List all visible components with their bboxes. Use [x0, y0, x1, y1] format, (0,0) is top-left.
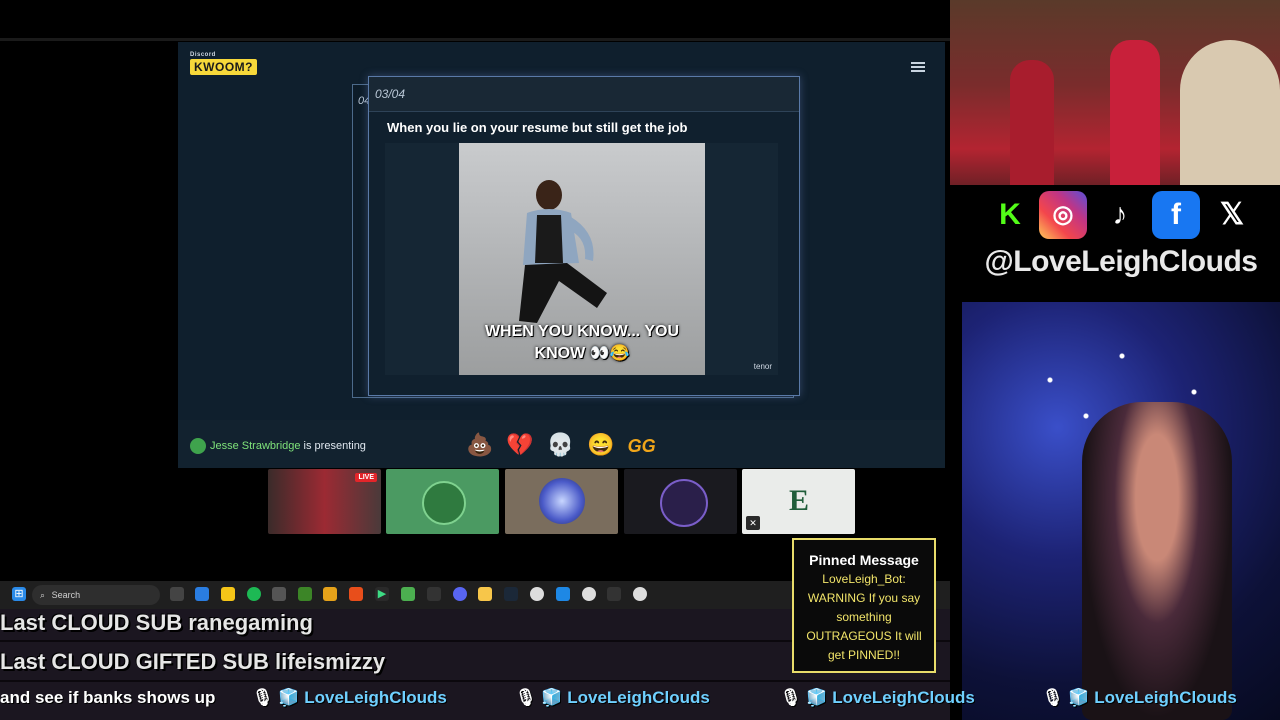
last-sub-alert: Last CLOUD SUB ranegaming: [0, 610, 313, 635]
cube-icon: 🧊: [1068, 688, 1090, 707]
participant-tile-green[interactable]: [386, 469, 499, 534]
pinned-title: Pinned Message: [809, 552, 919, 568]
play-icon[interactable]: ▶: [375, 587, 389, 601]
last-gifted-sub-alert: Last CLOUD GIFTED SUB lifeismizzy: [0, 649, 386, 674]
meme-gif: WHEN YOU KNOW... YOU KNOW 👀😂: [459, 143, 705, 375]
cube-icon: 🧊: [806, 688, 828, 707]
pinned-body: LoveLeigh_Bot: WARNING If you say someth…: [806, 572, 922, 662]
xbox-icon[interactable]: [272, 587, 286, 601]
ticker-name: LoveLeighClouds: [832, 688, 975, 707]
avatar: E: [788, 484, 809, 517]
card-number: 03/04: [375, 87, 406, 101]
discord-activity-window: Discord KWOOM? 04 03/04 When you lie on …: [178, 42, 945, 468]
ticker-name: LoveLeighClouds: [567, 688, 710, 707]
chrome-icon[interactable]: [582, 587, 596, 601]
windows-start-icon[interactable]: ⊞: [12, 587, 26, 601]
music-video-frame: [950, 0, 1280, 213]
spotify-icon[interactable]: [247, 587, 261, 601]
mic-icon: 🎙: [780, 688, 802, 707]
chrome-icon[interactable]: [530, 587, 544, 601]
folder-icon[interactable]: [478, 587, 492, 601]
live-badge: LIVE: [355, 473, 377, 482]
cube-icon: 🧊: [278, 688, 300, 707]
chat-ticker: and see if banks shows up: [0, 688, 215, 714]
presenter-name: Jesse Strawbridge: [210, 439, 301, 452]
participant-tile-orb[interactable]: [505, 469, 618, 534]
x-icon: 𝕏: [1208, 191, 1256, 239]
browser-icon[interactable]: [195, 587, 209, 601]
poop-reaction[interactable]: 💩: [466, 432, 493, 457]
app-icon[interactable]: [556, 587, 570, 601]
tiktok-icon: ♪: [1096, 191, 1144, 239]
social-handle: @LoveLeighClouds: [984, 245, 1258, 278]
gg-reaction[interactable]: GG: [628, 436, 656, 456]
kick-icon: K: [986, 191, 1034, 239]
ticker-name: LoveLeighClouds: [1094, 688, 1237, 707]
mic-icon: 🎙: [252, 688, 274, 707]
window-border: [0, 38, 950, 41]
broken-heart-reaction[interactable]: 💔: [506, 432, 533, 457]
app-icon[interactable]: [607, 587, 621, 601]
minecraft-icon[interactable]: [298, 587, 312, 601]
meme-media: WHEN YOU KNOW... YOU KNOW 👀😂 tenor: [385, 143, 778, 375]
man-figure: [519, 180, 607, 323]
top-strip: [0, 0, 950, 38]
app-icon[interactable]: [349, 587, 363, 601]
steam-icon[interactable]: [504, 587, 518, 601]
ticker-name-entry: 🎙 🧊 LoveLeighClouds: [780, 688, 975, 714]
reaction-bar: 💩 💔 💀 😄 GG: [466, 432, 669, 458]
mic-icon: 🎙: [1042, 688, 1064, 707]
meme-card[interactable]: 03/04 When you lie on your resume but st…: [368, 76, 800, 396]
ticker-name-entry: 🎙 🧊 LoveLeighClouds: [1042, 688, 1237, 714]
avatar: [660, 479, 708, 527]
cube-icon: 🧊: [541, 688, 563, 707]
card-header: 03/04: [369, 77, 799, 112]
search-placeholder: Search: [51, 590, 81, 600]
ticker-name-entry: 🎙 🧊 LoveLeighClouds: [515, 688, 710, 714]
participant-tile-mask[interactable]: [624, 469, 737, 534]
laugh-reaction[interactable]: 😄: [587, 432, 614, 457]
pinned-message: Pinned Message LoveLeigh_Bot: WARNING If…: [792, 538, 936, 673]
gif-caption: WHEN YOU KNOW... YOU KNOW 👀😂: [459, 321, 705, 365]
presenter-suffix: is presenting: [300, 439, 366, 452]
presenter-status: Jesse Strawbridge is presenting: [190, 438, 366, 454]
dancer: [1010, 60, 1054, 200]
menu-icon[interactable]: [911, 62, 925, 74]
ticker-name-entry: 🎙 🧊 LoveLeighClouds: [252, 688, 447, 714]
mic-icon: 🎙: [515, 688, 537, 707]
dancer: [1110, 40, 1160, 190]
gif-caption-line-2: KNOW 👀😂: [534, 345, 630, 362]
task-view-icon[interactable]: [170, 587, 184, 601]
tenor-credit: tenor: [753, 362, 772, 371]
epic-icon[interactable]: [427, 587, 441, 601]
kwoom-logo: Discord KWOOM?: [190, 52, 257, 76]
kwoom-badge: KWOOM?: [190, 59, 257, 75]
green-app-icon[interactable]: [401, 587, 415, 601]
meme-caption: When you lie on your resume but still ge…: [387, 120, 688, 135]
discord-label: Discord: [190, 52, 216, 58]
skull-reaction[interactable]: 💀: [547, 432, 574, 457]
streamer: [1082, 402, 1232, 720]
notes-icon[interactable]: [221, 587, 235, 601]
ticker-lead: and see if banks shows up: [0, 688, 216, 707]
presenter-avatar: [190, 438, 206, 454]
social-bar: K ◎ ♪ f 𝕏 @LoveLeighClouds: [950, 185, 1280, 300]
mic-muted-icon: ✕: [746, 516, 760, 530]
discord-icon[interactable]: [453, 587, 467, 601]
facebook-icon: f: [1152, 191, 1200, 239]
ticker-name: LoveLeighClouds: [304, 688, 447, 707]
gif-caption-line-1: WHEN YOU KNOW... YOU: [484, 323, 680, 340]
participant-tile-e[interactable]: E ✕: [742, 469, 855, 534]
instagram-icon: ◎: [1039, 191, 1087, 239]
webcam-feed: [962, 302, 1280, 720]
game-icon[interactable]: [323, 587, 337, 601]
participant-tile-stream[interactable]: LIVE: [268, 469, 381, 534]
chrome-icon[interactable]: [633, 587, 647, 601]
taskbar-search[interactable]: ⌕ Search: [32, 585, 160, 605]
avatar: [539, 478, 585, 524]
search-icon: ⌕: [40, 590, 46, 600]
avatar: [422, 481, 466, 525]
